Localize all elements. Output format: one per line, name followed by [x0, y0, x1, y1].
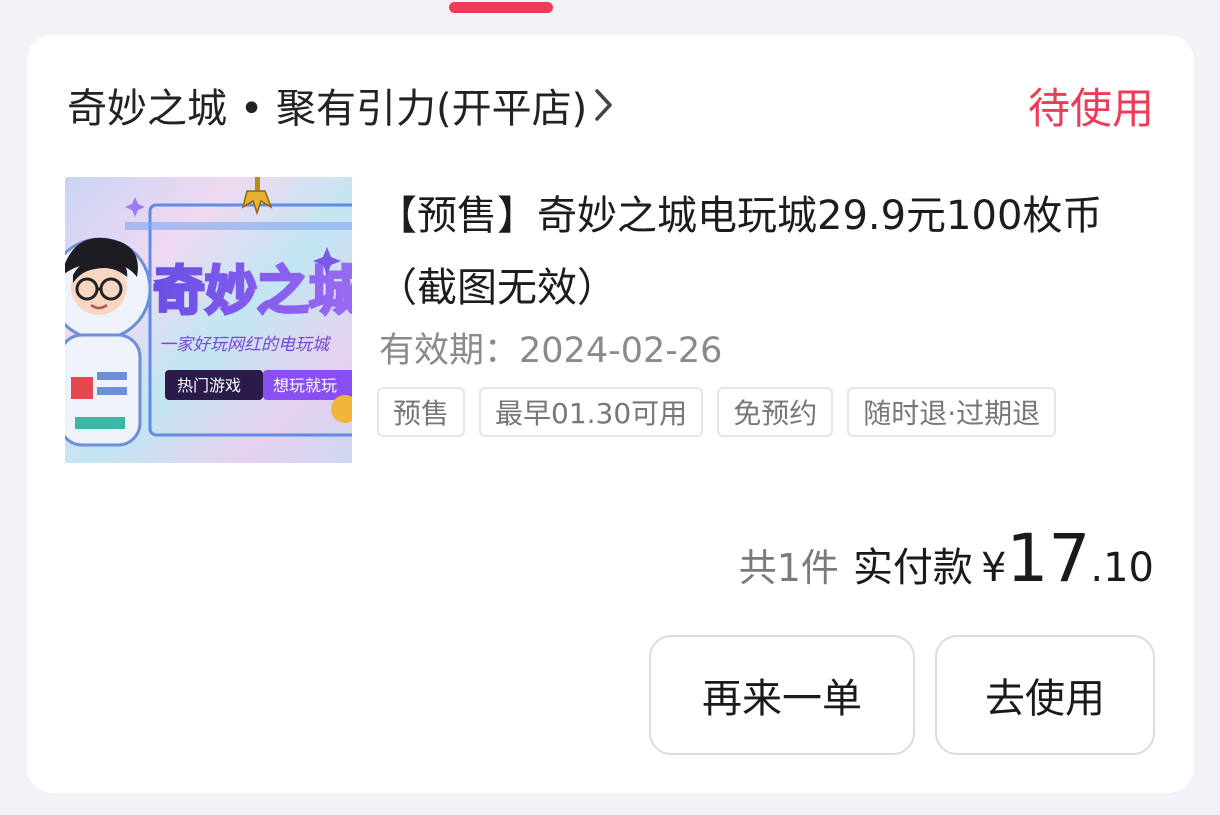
currency-symbol: ¥	[980, 545, 1007, 591]
shop-link[interactable]: 奇妙之城 • 聚有引力(开平店)	[67, 76, 615, 134]
order-status: 待使用	[1027, 83, 1154, 133]
thumbnail-logo-text: 奇妙之城	[153, 262, 352, 322]
thumbnail-slogan: 一家好玩网红的电玩城	[159, 335, 332, 355]
tag-refund-policy: 随时退·过期退	[847, 387, 1057, 437]
order-card[interactable]: 奇妙之城 • 聚有引力(开平店) 待使用 奇妙之城 一家好玩网红的电玩城 热门游…	[27, 35, 1194, 793]
product-thumbnail[interactable]: 奇妙之城 一家好玩网红的电玩城 热门游戏 想玩就玩	[65, 177, 352, 463]
tab-indicator	[449, 2, 553, 13]
shop-name: 奇妙之城 • 聚有引力(开平店)	[67, 86, 588, 132]
pay-label: 实付款	[852, 545, 973, 591]
price-decimal: .10	[1090, 545, 1154, 591]
validity: 有效期：2024-02-26	[379, 322, 722, 373]
thumbnail-tag-right: 想玩就玩	[273, 376, 337, 395]
thumbnail-tag-left: 热门游戏	[177, 376, 241, 395]
order-header: 奇妙之城 • 聚有引力(开平店) 待使用	[67, 73, 1154, 137]
validity-label: 有效期：	[379, 331, 520, 371]
tag-presale: 预售	[377, 387, 466, 437]
validity-date: 2024-02-26	[519, 331, 723, 371]
item-count: 共1件	[738, 546, 839, 590]
product-title[interactable]: 【预售】奇妙之城电玩城29.9元100枚币（截图无效）	[377, 180, 1167, 324]
use-button[interactable]: 去使用	[935, 635, 1155, 755]
tag-earliest-available: 最早01.30可用	[479, 387, 704, 437]
payment-summary: 共1件 实付款 ¥ 17 .10	[739, 520, 1154, 597]
chevron-right-icon	[593, 87, 615, 123]
reorder-button[interactable]: 再来一单	[649, 635, 915, 755]
tag-list: 预售 最早01.30可用 免预约 随时退·过期退	[377, 387, 1057, 437]
tag-no-reservation: 免预约	[717, 387, 834, 437]
price-integer: 17	[1006, 520, 1091, 597]
